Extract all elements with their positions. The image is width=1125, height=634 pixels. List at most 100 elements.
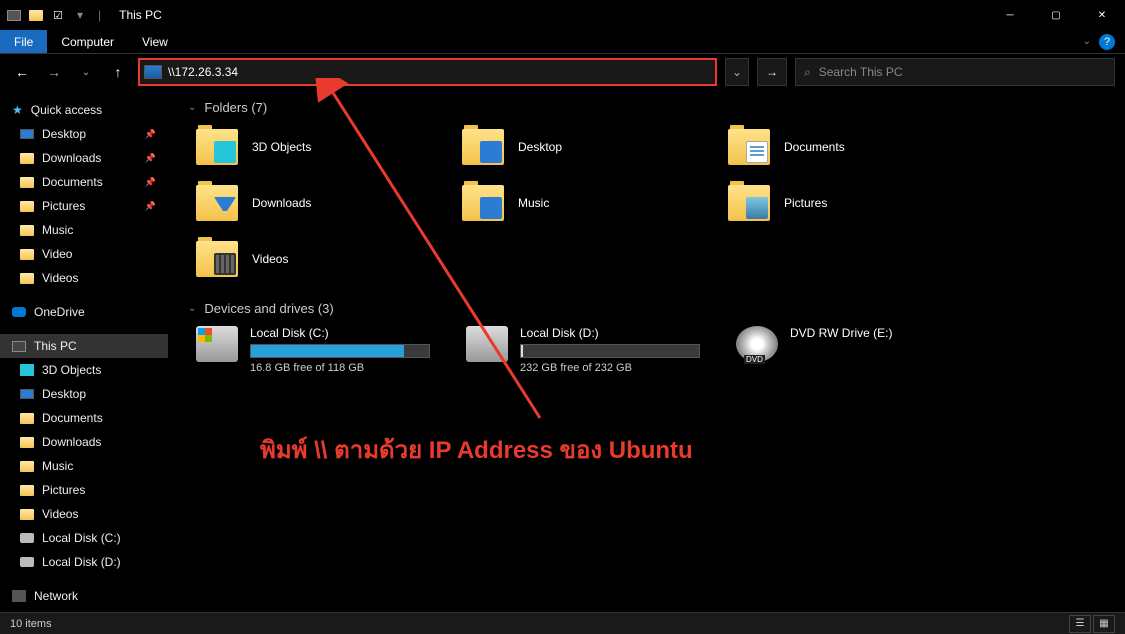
folder-qat-icon[interactable] — [28, 7, 44, 23]
address-pc-icon — [144, 65, 162, 79]
minimize-button[interactable]: ─ — [987, 0, 1033, 30]
ribbon-collapse-icon[interactable]: ⌄ — [1083, 36, 1091, 47]
search-box[interactable]: ⌕ Search This PC — [795, 58, 1115, 86]
disk-icon — [196, 326, 238, 362]
sidebar: ★Quick access Desktop📌 Downloads📌 Docume… — [0, 90, 168, 612]
folder-pictures[interactable]: Pictures — [728, 181, 978, 225]
drive-local-d[interactable]: Local Disk (D:) 232 GB free of 232 GB — [466, 326, 726, 374]
star-icon: ★ — [12, 103, 23, 117]
documents-icon — [746, 141, 768, 163]
folder-documents[interactable]: Documents — [728, 125, 978, 169]
sidebar-desktop[interactable]: Desktop📌 — [0, 122, 168, 146]
folder-3d-objects[interactable]: 3D Objects — [196, 125, 446, 169]
up-button[interactable]: ↑ — [106, 60, 130, 84]
address-bar[interactable] — [138, 58, 717, 86]
pin-icon: 📌 — [145, 201, 156, 212]
folder-music[interactable]: Music — [462, 181, 712, 225]
3d-objects-icon — [214, 141, 236, 163]
folder-icon — [20, 225, 34, 236]
sidebar-music2[interactable]: Music — [0, 454, 168, 478]
close-button[interactable]: ✕ — [1079, 0, 1125, 30]
content-area: ⌄Folders (7) 3D Objects Desktop Document… — [168, 90, 1125, 612]
disk-icon — [20, 533, 34, 543]
sidebar-network[interactable]: Network — [0, 584, 168, 608]
drive-c-usage-bar — [250, 344, 430, 358]
folder-icon — [20, 201, 34, 212]
folder-icon — [20, 437, 34, 448]
titlebar: ☑ ▾ | This PC ─ ▢ ✕ — [0, 0, 1125, 30]
folder-downloads[interactable]: Downloads — [196, 181, 446, 225]
tab-computer[interactable]: Computer — [47, 30, 128, 53]
view-details-button[interactable]: ☰ — [1069, 615, 1091, 633]
dvd-icon: DVD — [736, 326, 778, 362]
sidebar-videos[interactable]: Videos — [0, 266, 168, 290]
help-icon[interactable]: ? — [1099, 34, 1115, 50]
disk-icon — [466, 326, 508, 362]
checkbox-qat-icon[interactable]: ☑ — [50, 7, 66, 23]
window-title: This PC — [119, 8, 162, 22]
qat-dropdown-icon[interactable]: ▾ — [72, 7, 88, 23]
drive-d-usage-bar — [520, 344, 700, 358]
onedrive-icon — [12, 307, 26, 317]
drive-local-c[interactable]: Local Disk (C:) 16.8 GB free of 118 GB — [196, 326, 456, 374]
network-icon — [12, 590, 26, 602]
pin-icon: 📌 — [145, 153, 156, 164]
3d-objects-icon — [20, 364, 34, 376]
back-button[interactable]: ← — [10, 60, 34, 84]
folder-icon — [20, 413, 34, 424]
folder-icon — [20, 153, 34, 164]
sidebar-local-d[interactable]: Local Disk (D:) — [0, 550, 168, 574]
folder-videos[interactable]: Videos — [196, 237, 446, 281]
pin-icon: 📌 — [145, 129, 156, 140]
disk-icon — [20, 557, 34, 567]
tab-view[interactable]: View — [128, 30, 182, 53]
statusbar: 10 items ☰ ▦ — [0, 612, 1125, 634]
sidebar-video[interactable]: Video — [0, 242, 168, 266]
chevron-down-icon: ⌄ — [188, 303, 196, 314]
sidebar-downloads[interactable]: Downloads📌 — [0, 146, 168, 170]
folders-group-header[interactable]: ⌄Folders (7) — [184, 100, 1109, 115]
folder-icon — [20, 461, 34, 472]
pictures-icon — [746, 197, 768, 219]
folder-icon — [20, 177, 34, 188]
sidebar-documents[interactable]: Documents📌 — [0, 170, 168, 194]
folder-icon — [20, 273, 34, 284]
chevron-down-icon: ⌄ — [188, 102, 196, 113]
sidebar-music[interactable]: Music — [0, 218, 168, 242]
folder-icon — [20, 249, 34, 260]
sidebar-quick-access[interactable]: ★Quick access — [0, 98, 168, 122]
view-icons-button[interactable]: ▦ — [1093, 615, 1115, 633]
folder-icon — [20, 509, 34, 520]
address-input[interactable] — [168, 65, 711, 79]
status-item-count: 10 items — [10, 618, 52, 630]
search-icon: ⌕ — [804, 65, 811, 80]
sidebar-desktop2[interactable]: Desktop — [0, 382, 168, 406]
sidebar-this-pc[interactable]: This PC — [0, 334, 168, 358]
music-icon — [480, 197, 502, 219]
sidebar-videos2[interactable]: Videos — [0, 502, 168, 526]
sidebar-3d-objects[interactable]: 3D Objects — [0, 358, 168, 382]
desktop-icon — [20, 129, 34, 139]
sidebar-local-c[interactable]: Local Disk (C:) — [0, 526, 168, 550]
recent-dropdown[interactable]: ⌄ — [74, 60, 98, 84]
videos-icon — [214, 253, 236, 275]
address-dropdown-button[interactable]: ⌄ — [725, 58, 749, 86]
sidebar-pictures[interactable]: Pictures📌 — [0, 194, 168, 218]
navbar: ← → ⌄ ↑ ⌄ → ⌕ Search This PC — [0, 54, 1125, 90]
drive-dvd[interactable]: DVD DVD RW Drive (E:) — [736, 326, 996, 374]
folder-desktop[interactable]: Desktop — [462, 125, 712, 169]
ribbon: File Computer View ⌄ ? — [0, 30, 1125, 54]
sidebar-onedrive[interactable]: OneDrive — [0, 300, 168, 324]
forward-button[interactable]: → — [42, 60, 66, 84]
sidebar-documents2[interactable]: Documents — [0, 406, 168, 430]
address-go-button[interactable]: → — [757, 58, 787, 86]
drives-group-header[interactable]: ⌄Devices and drives (3) — [184, 301, 1109, 316]
desktop-icon — [480, 141, 502, 163]
pc-icon — [6, 7, 22, 23]
sidebar-downloads2[interactable]: Downloads — [0, 430, 168, 454]
search-placeholder: Search This PC — [819, 65, 903, 79]
tab-file[interactable]: File — [0, 30, 47, 53]
maximize-button[interactable]: ▢ — [1033, 0, 1079, 30]
folder-icon — [20, 485, 34, 496]
sidebar-pictures2[interactable]: Pictures — [0, 478, 168, 502]
